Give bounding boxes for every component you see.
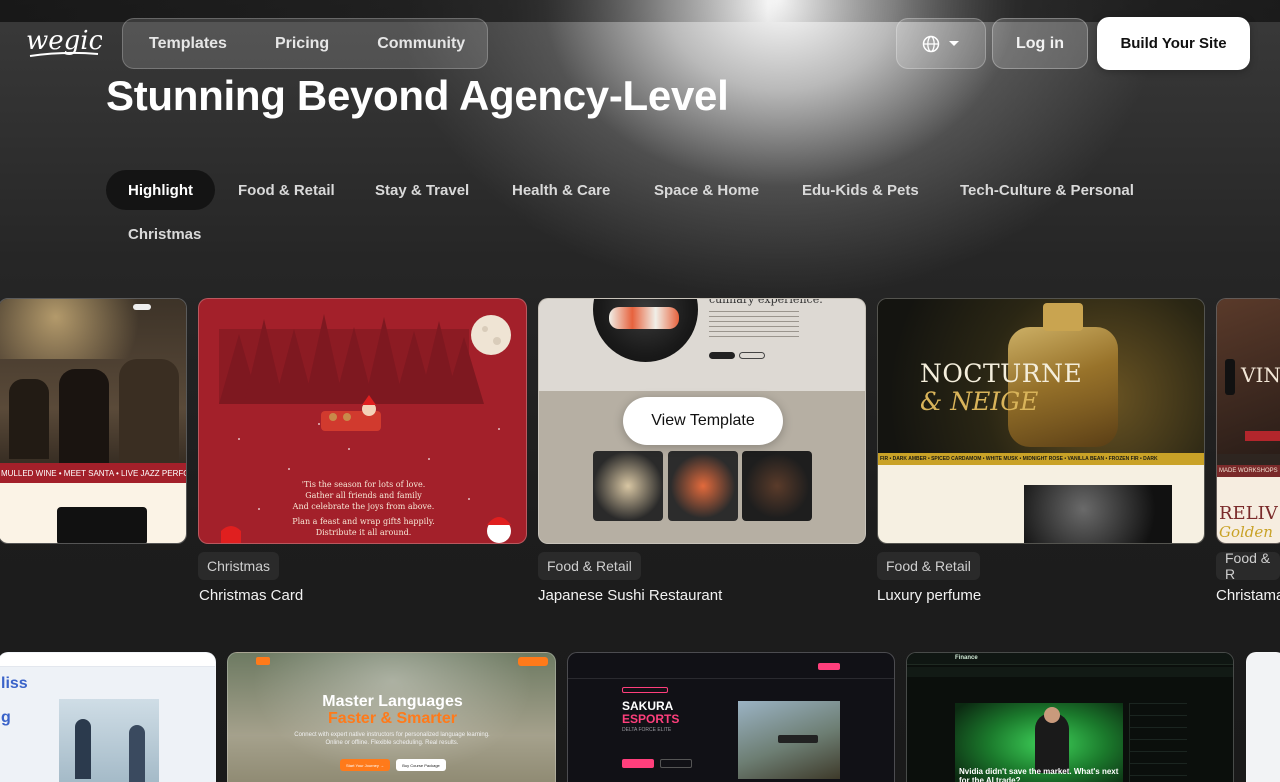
build-your-site-button[interactable]: Build Your Site <box>1097 17 1250 70</box>
sushi-heading: culinary experience. <box>709 298 823 306</box>
esports-title-1: SAKURA <box>622 699 674 713</box>
languages-title-1: Master Languages <box>322 693 463 710</box>
template-card-christmas-market[interactable]: MULLED WINE • MEET SANTA • LIVE JAZZ PER… <box>0 298 187 544</box>
perfume-title-2: & NEIGE <box>920 387 1039 416</box>
market-ticker: MULLED WINE • MEET SANTA • LIVE JAZZ PER… <box>0 463 186 483</box>
languages-title-2: Faster & Smarter <box>328 710 457 727</box>
tab-space-home[interactable]: Space & Home <box>654 170 759 210</box>
relive-text-2: Golden <box>1219 523 1273 541</box>
esports-title-2: ESPORTS <box>622 712 680 726</box>
view-template-button[interactable]: View Template <box>623 397 783 445</box>
card-title[interactable]: Christama <box>1216 587 1280 604</box>
language-selector[interactable] <box>896 18 986 69</box>
card-category-badge: Food & Retail <box>538 552 641 580</box>
wegic-logo[interactable]: wegic <box>24 25 104 61</box>
perfume-title-1: NOCTURNE <box>920 359 1083 388</box>
tab-health-care[interactable]: Health & Care <box>512 170 610 210</box>
tab-highlight[interactable]: Highlight <box>106 170 215 210</box>
vin-text: VIN <box>1241 363 1280 387</box>
nav-templates[interactable]: Templates <box>149 35 227 53</box>
card-title[interactable]: Luxury perfume <box>877 587 981 604</box>
globe-icon <box>922 35 940 52</box>
tab-christmas[interactable]: Christmas <box>128 214 201 254</box>
finance-headline: Nvidia didn't save the market. What's ne… <box>959 767 1119 782</box>
template-card-luxury-perfume[interactable]: NOCTURNE & NEIGE FIR • DARK AMBER • SPIC… <box>877 298 1205 544</box>
christmas-line-3: And celebrate the joys from above. <box>292 502 435 511</box>
languages-buy-button[interactable]: Buy Course Package <box>396 759 446 771</box>
template-card-finance[interactable]: Finance Nvidia didn't save the market. W… <box>906 652 1234 782</box>
card-category-badge: Food & R <box>1216 550 1280 582</box>
card-category-badge: Food & Retail <box>877 552 980 580</box>
template-card-languages[interactable]: Master Languages Faster & Smarter Connec… <box>227 652 556 782</box>
christmas-line-1: 'Tis the season for lots of love. <box>301 480 426 489</box>
lang-text-b: g <box>1 709 11 726</box>
languages-start-button[interactable]: Start Your Journey → <box>340 759 390 771</box>
card-title[interactable]: Japanese Sushi Restaurant <box>538 587 722 604</box>
template-card-sushi-restaurant[interactable]: culinary experience. View Template <box>538 298 866 544</box>
christmas-line-4: Plan a feast and wrap gifts happily. <box>292 517 435 526</box>
chevron-down-icon <box>949 40 959 46</box>
relive-text-1: RELIV <box>1219 503 1278 524</box>
card-title[interactable]: Christmas Card <box>199 587 303 604</box>
nav-pricing[interactable]: Pricing <box>275 35 329 53</box>
christmas-line-2: Gather all friends and family <box>305 491 422 500</box>
lang-text-a: liss <box>1 675 28 692</box>
logo-text: wegic <box>26 26 102 56</box>
languages-subtitle: Connect with expert native instructors f… <box>294 732 490 746</box>
page-title: Stunning Beyond Agency-Level <box>106 72 729 119</box>
card-category-badge: Christmas <box>198 552 280 580</box>
nav-community[interactable]: Community <box>377 35 465 53</box>
workshop-text: MADE WORKSHOPS <box>1217 465 1280 477</box>
main-nav: Templates Pricing Community <box>122 18 488 69</box>
christmas-line-5: Distribute it all around. <box>315 528 412 537</box>
template-card-row2-1[interactable]: liss g <box>0 652 216 782</box>
tab-tech-culture-personal[interactable]: Tech-Culture & Personal <box>960 170 1134 210</box>
login-button[interactable]: Log in <box>992 18 1088 69</box>
finance-brand: Finance <box>955 655 978 661</box>
template-card-row2-5[interactable] <box>1246 652 1280 782</box>
template-card-esports[interactable]: SAKURA ESPORTS DELTA FORCE ELITE <box>567 652 895 782</box>
tab-stay-travel[interactable]: Stay & Travel <box>375 170 469 210</box>
esports-subtitle: DELTA FORCE ELITE <box>622 727 672 733</box>
template-card-christmas-partial[interactable]: VIN MADE WORKSHOPS RELIV Golden <box>1216 298 1280 544</box>
template-card-christmas-card[interactable]: 'Tis the season for lots of love. Gather… <box>198 298 527 544</box>
perfume-ticker: FIR • DARK AMBER • SPICED CARDAMOM • WHI… <box>878 453 1204 465</box>
tab-edu-kids-pets[interactable]: Edu-Kids & Pets <box>802 170 919 210</box>
tab-food-retail[interactable]: Food & Retail <box>238 170 335 210</box>
